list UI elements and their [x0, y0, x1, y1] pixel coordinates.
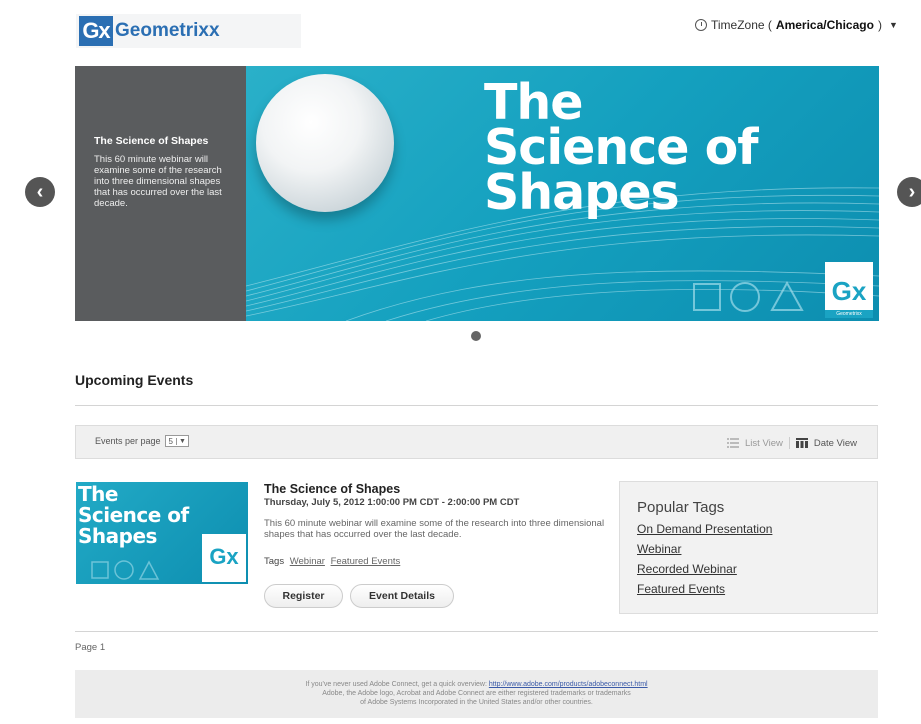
- popular-tag-link[interactable]: On Demand Presentation: [637, 522, 772, 536]
- events-per-page-label: Events per page: [95, 436, 161, 446]
- carousel-prev-button[interactable]: ‹: [25, 177, 55, 207]
- register-button[interactable]: Register: [264, 584, 343, 608]
- event-thumbnail[interactable]: The Science of Shapes Gx: [76, 482, 248, 584]
- event-date: Thursday, July 5, 2012 1:00:00 PM CDT - …: [264, 497, 520, 508]
- thumbnail-shapes-icon: [91, 560, 160, 580]
- footer: If you've never used Adobe Connect, get …: [75, 670, 878, 718]
- view-separator: [788, 437, 790, 449]
- section-title: Upcoming Events: [75, 372, 194, 388]
- events-toolbar: Events per page 5 ▼ List View Date View: [75, 425, 878, 459]
- event-description: This 60 minute webinar will examine some…: [264, 518, 605, 540]
- event-details-button[interactable]: Event Details: [350, 584, 454, 608]
- popular-tags-panel: Popular Tags On Demand Presentation Webi…: [619, 481, 878, 614]
- sphere-graphic: [256, 74, 394, 212]
- carousel-indicator-dot[interactable]: [471, 331, 481, 341]
- slide-info-panel: The Science of Shapes This 60 minute web…: [75, 66, 246, 321]
- view-switcher: List View Date View: [727, 437, 857, 449]
- chevron-left-icon: ‹: [36, 180, 44, 203]
- popular-tag-link[interactable]: Recorded Webinar: [637, 562, 737, 576]
- list-view-icon: [727, 438, 740, 448]
- popular-tag-link[interactable]: Webinar: [637, 542, 681, 556]
- footer-line-2: Adobe, the Adobe logo, Acrobat and Adobe…: [322, 690, 631, 697]
- chevron-down-icon: ▼: [176, 437, 188, 445]
- thumbnail-title: The Science of Shapes: [78, 482, 189, 548]
- footer-line-3: of Adobe Systems Incorporated in the Uni…: [360, 699, 593, 706]
- thumbnail-gx-logo: Gx: [202, 534, 246, 582]
- geometrixx-logo[interactable]: Gx Geometrixx: [76, 14, 301, 48]
- tags-label: Tags: [264, 556, 285, 567]
- footer-line-1: If you've never used Adobe Connect, get …: [305, 681, 648, 688]
- popular-tag-link[interactable]: Featured Events: [637, 582, 725, 596]
- event-tags: Tags Webinar Featured Events: [264, 556, 400, 567]
- date-view-icon: [795, 438, 808, 448]
- banner-title: The Science of Shapes: [484, 74, 759, 221]
- slide-title: The Science of Shapes: [94, 135, 209, 147]
- banner-gx-logo: Gx Geometrixx: [825, 262, 873, 318]
- tag-link-webinar[interactable]: Webinar: [290, 556, 325, 567]
- list-view-button[interactable]: List View: [745, 438, 783, 449]
- carousel-next-button[interactable]: ›: [897, 177, 921, 207]
- date-view-button[interactable]: Date View: [814, 438, 857, 449]
- pagination-label: Page 1: [75, 642, 106, 653]
- carousel-slide[interactable]: The Science of Shapes This 60 minute web…: [75, 66, 879, 321]
- logo-mark: Gx: [79, 16, 113, 46]
- timezone-selector[interactable]: TimeZone (America/Chicago) ▼: [695, 18, 898, 32]
- chevron-down-icon: ▼: [888, 20, 898, 30]
- divider: [75, 631, 878, 632]
- divider: [75, 405, 878, 406]
- timezone-value: America/Chicago: [775, 18, 874, 32]
- slide-description: This 60 minute webinar will examine some…: [94, 154, 222, 209]
- timezone-prefix: TimeZone (: [711, 18, 772, 32]
- timezone-suffix: ): [877, 18, 882, 32]
- logo-text: Geometrixx: [115, 20, 220, 41]
- slide-banner: The Science of Shapes Gx Geometrixx: [246, 66, 879, 321]
- adobe-connect-link[interactable]: http://www.adobe.com/products/adobeconne…: [489, 681, 648, 688]
- popular-tags-title: Popular Tags: [637, 499, 725, 516]
- events-per-page-select[interactable]: 5 ▼: [164, 435, 189, 447]
- tag-link-featured-events[interactable]: Featured Events: [331, 556, 401, 567]
- events-per-page: Events per page 5 ▼: [95, 435, 189, 447]
- event-title[interactable]: The Science of Shapes: [264, 482, 400, 496]
- chevron-right-icon: ›: [908, 180, 916, 203]
- clock-icon: [695, 19, 707, 31]
- shapes-outline-icon: [693, 280, 804, 312]
